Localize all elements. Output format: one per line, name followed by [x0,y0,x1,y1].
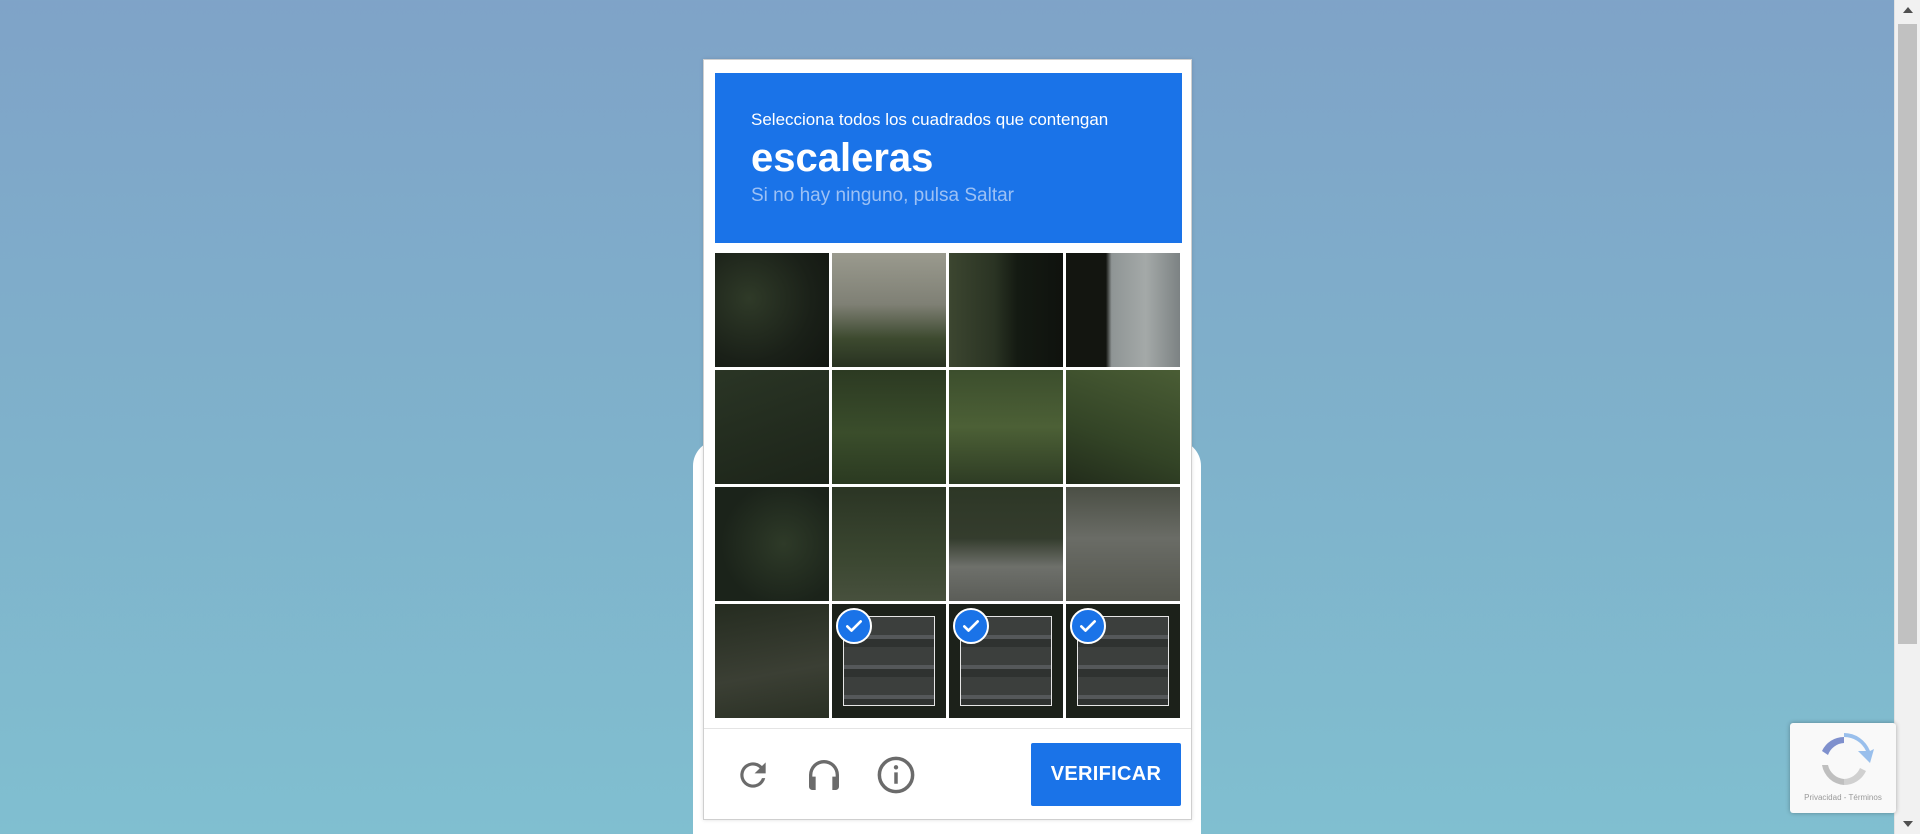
tile-image [715,604,829,718]
challenge-footer: VERIFICAR [704,728,1191,820]
image-tile-grid [715,253,1182,720]
tile-image [715,487,829,601]
image-tile[interactable] [949,487,1063,601]
checkmark-icon [836,608,872,644]
tile-image [1066,370,1180,484]
image-tile[interactable] [832,604,946,718]
image-tile[interactable] [1066,253,1180,367]
tile-image [949,370,1063,484]
checkmark-icon [1070,608,1106,644]
image-tile[interactable] [832,487,946,601]
scroll-up-arrow-icon[interactable] [1903,7,1913,13]
tile-image [1066,487,1180,601]
audio-challenge-button[interactable] [800,751,848,799]
reload-button[interactable] [729,751,777,799]
challenge-keyword: escaleras [751,136,934,180]
page-scrollbar[interactable] [1894,0,1920,834]
image-tile[interactable] [832,370,946,484]
image-tile[interactable] [715,604,829,718]
badge-links[interactable]: Privacidad - Términos [1790,793,1896,802]
headphones-icon [809,760,839,790]
tile-image [1066,253,1180,367]
image-tile[interactable] [949,370,1063,484]
tile-image [832,253,946,367]
checkmark-icon [953,608,989,644]
tile-image [949,253,1063,367]
recaptcha-logo-icon [1822,733,1874,786]
image-tile[interactable] [949,604,1063,718]
reload-icon [740,762,766,788]
image-tile[interactable] [715,487,829,601]
image-tile[interactable] [715,253,829,367]
recaptcha-challenge: Selecciona todos los cuadrados que conte… [703,59,1192,820]
recaptcha-badge[interactable]: Privacidad - Términos [1790,723,1896,813]
image-tile[interactable] [1066,370,1180,484]
image-tile[interactable] [1066,487,1180,601]
info-icon [877,756,915,794]
tile-image [832,487,946,601]
tile-image [715,370,829,484]
scroll-down-arrow-icon[interactable] [1903,821,1913,827]
image-tile[interactable] [1066,604,1180,718]
tile-image [832,370,946,484]
scrollbar-thumb[interactable] [1898,24,1917,644]
tile-image [715,253,829,367]
image-tile[interactable] [832,253,946,367]
tile-image [949,487,1063,601]
image-tile[interactable] [949,253,1063,367]
info-button[interactable] [872,751,920,799]
image-tile[interactable] [715,370,829,484]
verify-button[interactable]: VERIFICAR [1031,743,1181,806]
challenge-instruction: Selecciona todos los cuadrados que conte… [751,110,1109,129]
challenge-header: Selecciona todos los cuadrados que conte… [715,73,1182,243]
challenge-hint: Si no hay ninguno, pulsa Saltar [751,185,1015,206]
